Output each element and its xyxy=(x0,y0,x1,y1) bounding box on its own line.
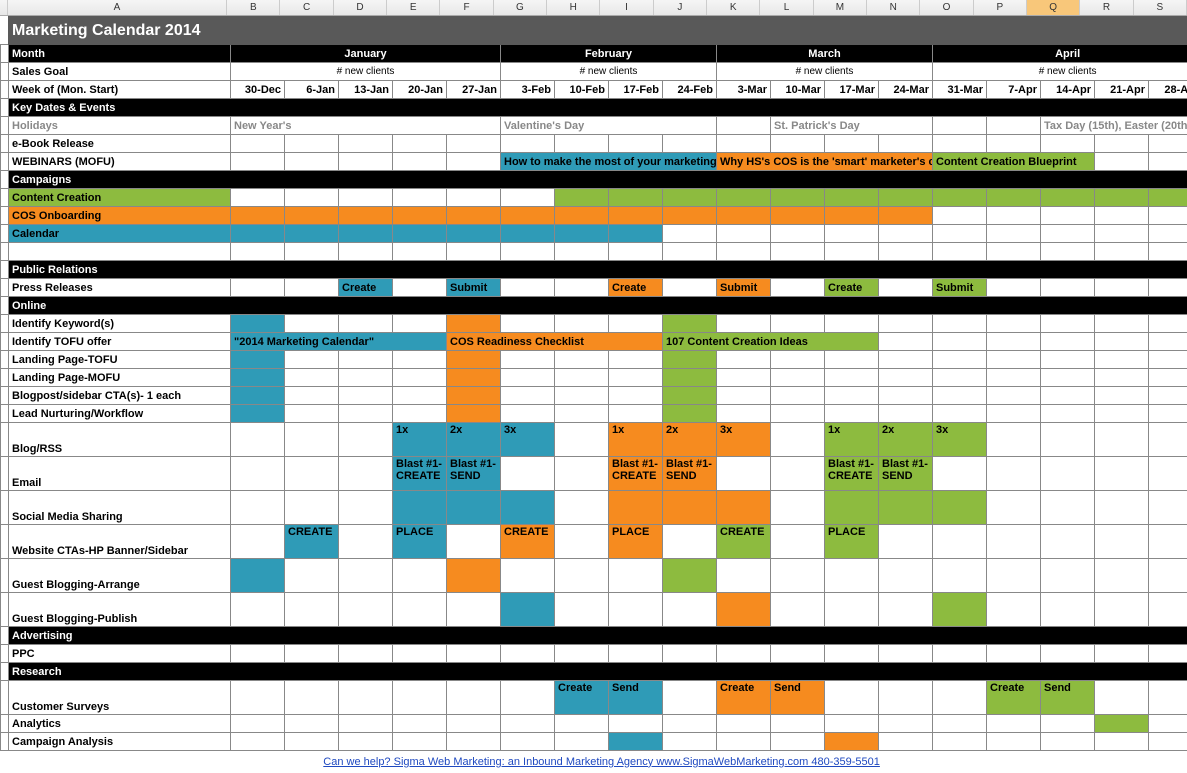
page-title: Marketing Calendar 2014 xyxy=(9,17,1187,45)
row-lp-tofu[interactable]: Landing Page-TOFU xyxy=(1,351,1187,369)
row-blog-rss[interactable]: Blog/RSS 1x2x3x 1x2x3x 1x2x3x xyxy=(1,423,1187,457)
row-identify-tofu[interactable]: Identify TOFU offer "2014 Marketing Cale… xyxy=(1,333,1187,351)
sales-goal-row: Sales Goal # new clients # new clients #… xyxy=(1,63,1187,81)
section-pr: Public Relations xyxy=(1,261,1187,279)
row-holidays[interactable]: Holidays New Year's Valentine's Day St. … xyxy=(1,117,1187,135)
row-webinars[interactable]: WEBINARS (MOFU) How to make the most of … xyxy=(1,153,1187,171)
row-press[interactable]: Press Releases CreateSubmit Create Submi… xyxy=(1,279,1187,297)
footer-row: Can we help? Sigma Web Marketing: an Inb… xyxy=(1,751,1187,773)
footer-link[interactable]: Can we help? Sigma Web Marketing: an Inb… xyxy=(323,756,880,768)
row-guest-publish[interactable]: Guest Blogging-Publish xyxy=(1,593,1187,627)
section-research: Research xyxy=(1,663,1187,681)
row-lp-mofu[interactable]: Landing Page-MOFU xyxy=(1,369,1187,387)
row-lead-nurture[interactable]: Lead Nurturing/Workflow xyxy=(1,405,1187,423)
row-blogpost-cta[interactable]: Blogpost/sidebar CTA(s)- 1 each xyxy=(1,387,1187,405)
section-key-dates: Key Dates & Events xyxy=(1,99,1187,117)
row-content-creation[interactable]: Content Creation xyxy=(1,189,1187,207)
row-ebook[interactable]: e-Book Release xyxy=(1,135,1187,153)
row-email[interactable]: Email Blast #1-CREATEBlast #1-SEND Blast… xyxy=(1,457,1187,491)
row-social[interactable]: Social Media Sharing xyxy=(1,491,1187,525)
row-guest-arrange[interactable]: Guest Blogging-Arrange xyxy=(1,559,1187,593)
row-analytics[interactable]: Analytics xyxy=(1,715,1187,733)
row-identify-kw[interactable]: Identify Keyword(s) xyxy=(1,315,1187,333)
title-row: Marketing Calendar 2014 xyxy=(1,17,1187,45)
row-surveys[interactable]: Customer Surveys CreateSendCreateSend Cr… xyxy=(1,681,1187,715)
section-online: Online xyxy=(1,297,1187,315)
row-blank[interactable] xyxy=(1,243,1187,261)
spreadsheet-column-headers: A B C D E F G H I J K L M N O P Q R S xyxy=(0,0,1187,16)
row-calendar[interactable]: Calendar xyxy=(1,225,1187,243)
section-advertising: Advertising xyxy=(1,627,1187,645)
row-ppc[interactable]: PPC xyxy=(1,645,1187,663)
month-header-row: Month January February March April xyxy=(1,45,1187,63)
row-website-cta[interactable]: Website CTAs-HP Banner/Sidebar CREATEPLA… xyxy=(1,525,1187,559)
row-campaign-analysis[interactable]: Campaign Analysis xyxy=(1,733,1187,751)
row-cos-onboarding[interactable]: COS Onboarding xyxy=(1,207,1187,225)
section-campaigns: Campaigns xyxy=(1,171,1187,189)
calendar-grid[interactable]: Marketing Calendar 2014 Month January Fe… xyxy=(0,16,1187,773)
week-header-row: Week of (Mon. Start) 30-Dec6-Jan13-Jan20… xyxy=(1,81,1187,99)
